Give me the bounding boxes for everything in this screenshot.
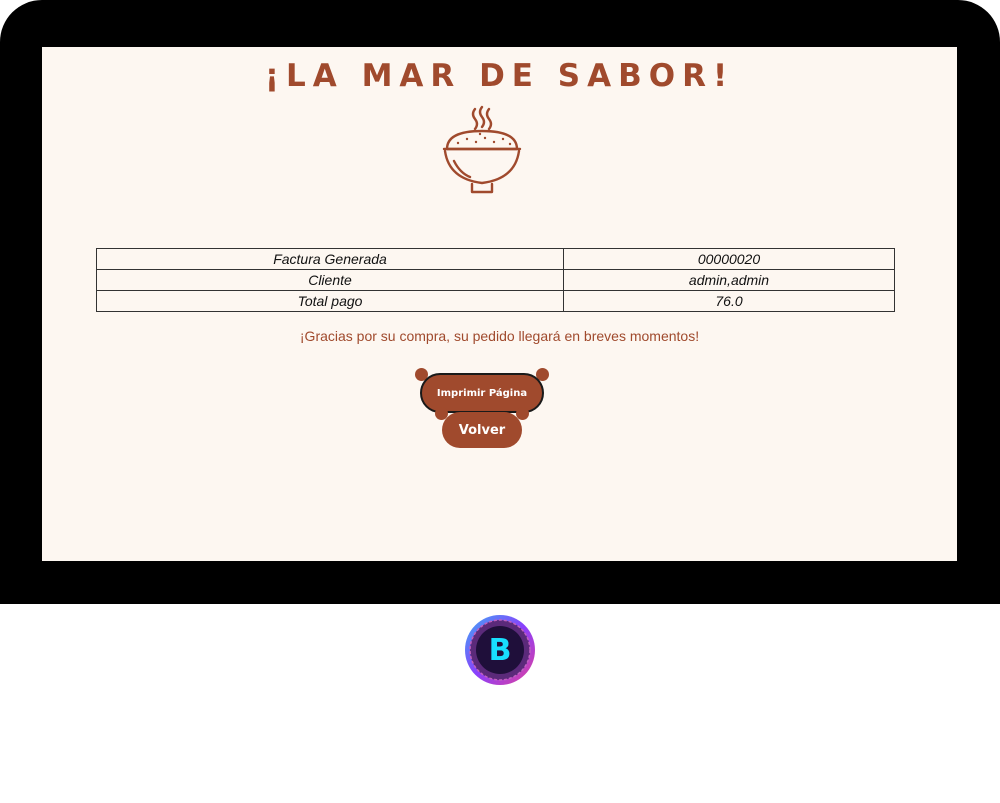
table-row: Total pago 76.0 <box>96 290 895 312</box>
thank-you-message: ¡Gracias por su compra, su pedido llegar… <box>299 328 700 344</box>
monitor-frame: ¡LA MAR DE SABOR! Factura Generada 00000… <box>0 0 1000 604</box>
badge-letter: B <box>489 633 512 668</box>
page-title: ¡LA MAR DE SABOR! <box>264 58 735 94</box>
row-label: Total pago <box>96 290 564 312</box>
back-button[interactable]: Volver <box>442 412 522 448</box>
table-row: Cliente admin,admin <box>96 269 895 291</box>
invoice-table: Factura Generada 00000020 Cliente admin,… <box>96 248 895 312</box>
steaming-rice-bowl-icon <box>442 105 522 194</box>
row-label: Cliente <box>96 269 564 291</box>
row-value: admin,admin <box>563 269 895 291</box>
row-value: 76.0 <box>563 290 895 312</box>
b-logo-badge-icon: B <box>465 615 535 685</box>
app-screen: ¡LA MAR DE SABOR! Factura Generada 00000… <box>42 47 957 561</box>
row-value: 00000020 <box>563 248 895 270</box>
table-row: Factura Generada 00000020 <box>96 248 895 270</box>
row-label: Factura Generada <box>96 248 564 270</box>
